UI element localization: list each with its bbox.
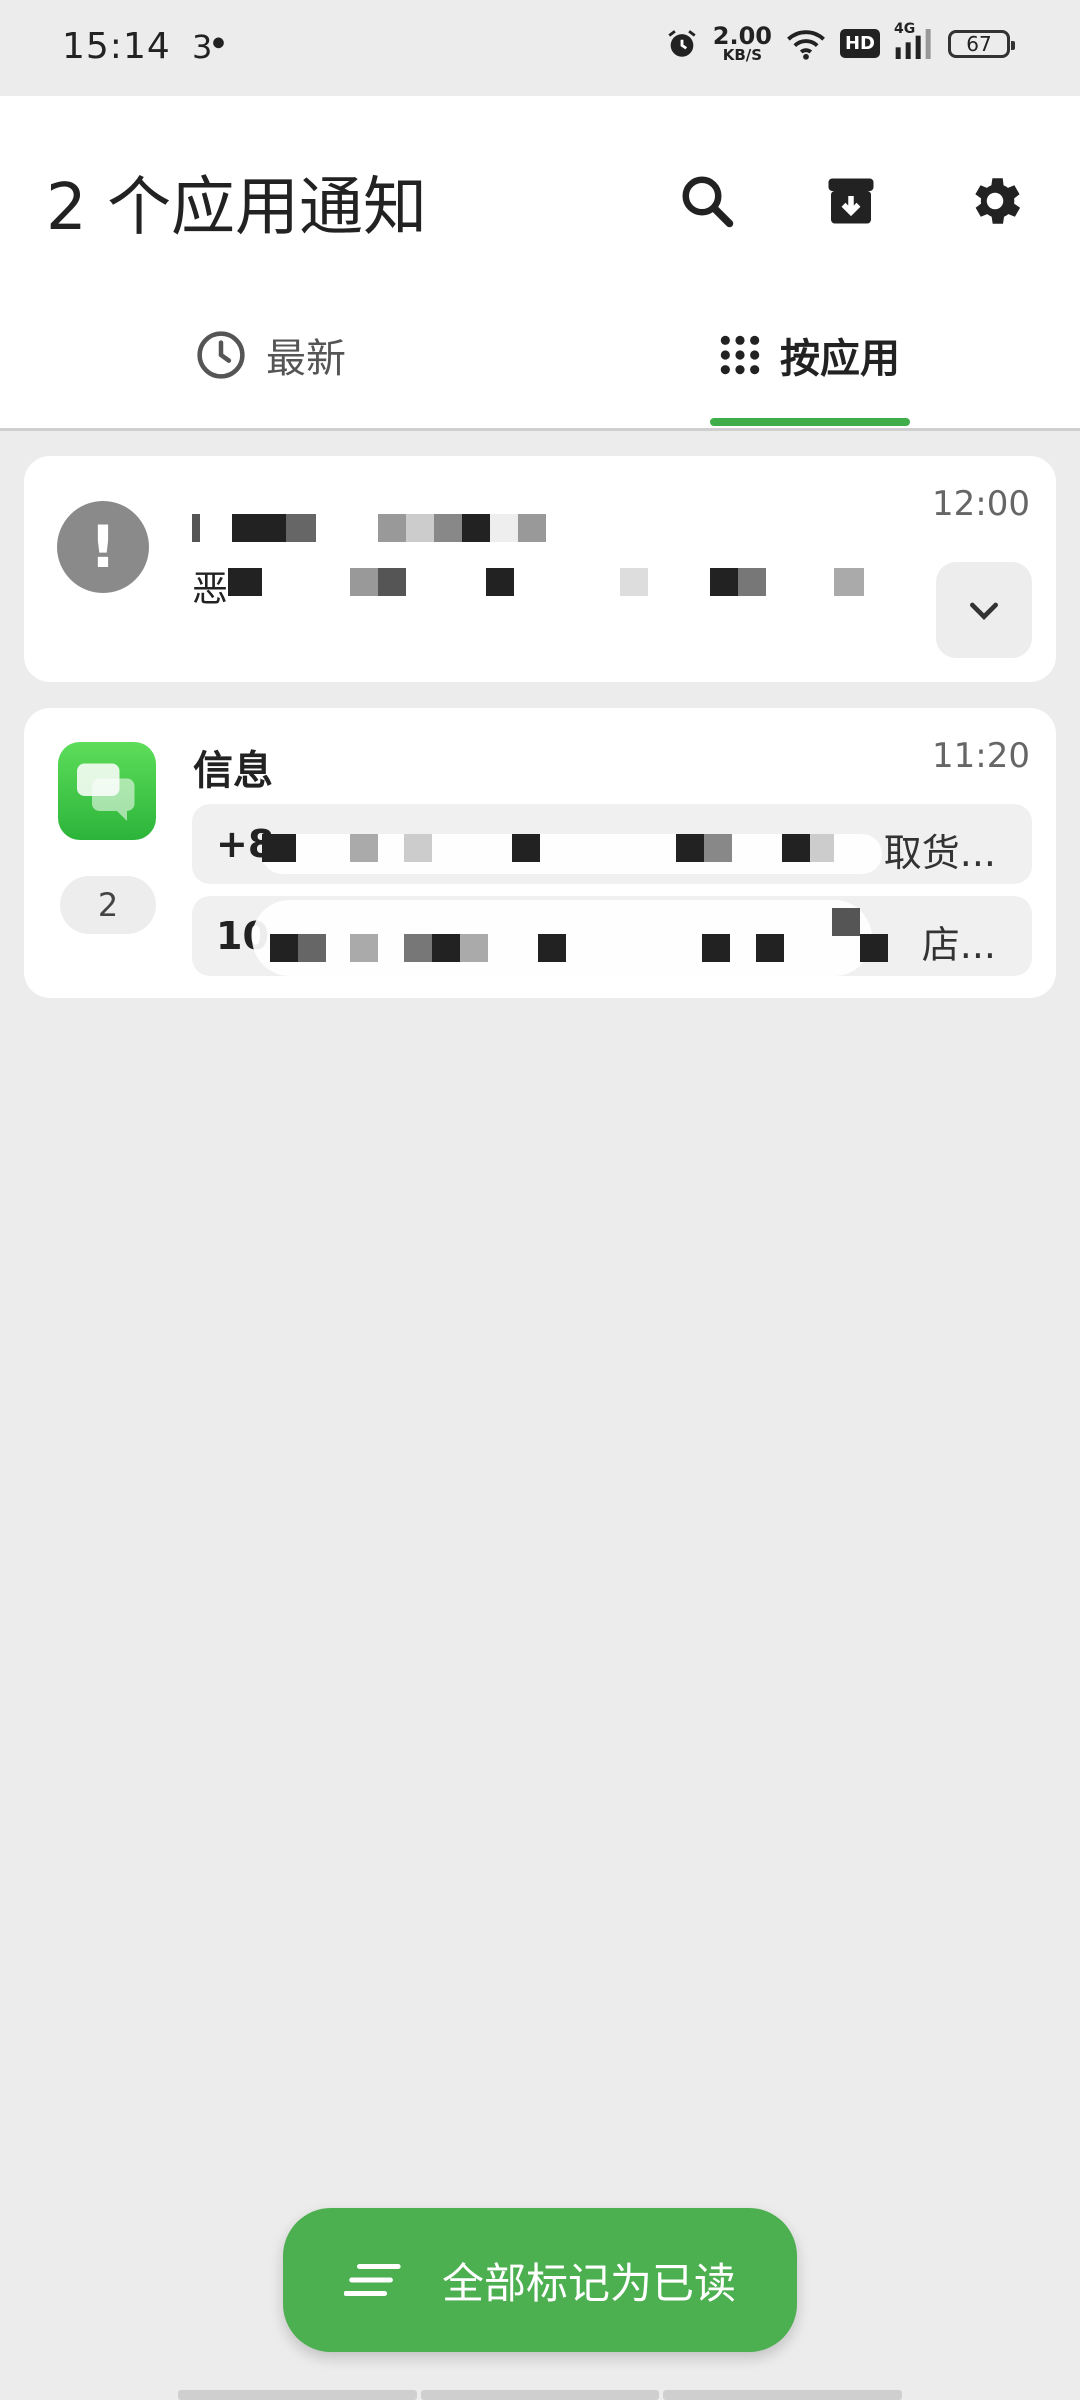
message-preview: 取货... (883, 831, 996, 875)
status-extra: 3● (192, 28, 225, 66)
notification-title-redacted (192, 514, 612, 542)
notification-body-redacted: 恶 (192, 560, 912, 610)
notification-card-messages[interactable]: 2 信息 11:20 +8 取货... 10 店... (24, 708, 1056, 998)
alert-icon: ! (57, 501, 149, 593)
network-speed: 2.00 KB/S (712, 22, 772, 64)
tab-latest[interactable]: 最新 (194, 284, 346, 426)
tab-by-app-label: 按应用 (780, 336, 900, 382)
mark-all-read-button[interactable]: 全部标记为已读 (283, 2208, 797, 2352)
notification-time: 12:00 (932, 484, 1030, 524)
clock-icon (197, 331, 245, 379)
hd-icon: HD (839, 29, 880, 58)
archive-button[interactable] (806, 156, 896, 246)
chevron-down-icon (970, 602, 998, 620)
battery-icon: 67 (948, 29, 1015, 58)
message-item[interactable]: +8 取货... (192, 804, 1032, 884)
mark-all-read-label: 全部标记为已读 (441, 2258, 736, 2308)
cell-signal-icon: 4G (894, 21, 934, 61)
search-icon (682, 176, 734, 228)
page-title: 2 个应用通知 (46, 171, 428, 245)
grid-icon (720, 335, 760, 375)
navigation-bar[interactable] (178, 2390, 903, 2400)
list-lines-icon (343, 2263, 401, 2297)
message-preview: 店... (921, 923, 996, 967)
tab-latest-label: 最新 (266, 336, 346, 382)
notification-count-badge: 2 (60, 876, 156, 934)
header-divider (0, 428, 1080, 431)
app-header: 2 个应用通知 最新 按应用 (0, 96, 1080, 430)
messages-app-icon (58, 742, 156, 840)
status-icons: 2.00 KB/S HD 4G 67 (665, 21, 1015, 64)
tab-by-app[interactable]: 按应用 (718, 284, 900, 426)
app-name: 信息 (193, 748, 273, 794)
notification-card[interactable]: ! 12:00 恶 (24, 456, 1056, 682)
tab-bar: 最新 按应用 (0, 284, 1080, 426)
archive-icon (828, 178, 874, 224)
alarm-icon (665, 27, 699, 61)
gear-icon (975, 178, 1021, 224)
notification-time: 11:20 (932, 736, 1030, 776)
expand-button[interactable] (936, 562, 1032, 658)
status-bar: 15:14 3● 2.00 KB/S HD 4G 67 (0, 0, 1080, 96)
message-item[interactable]: 10 店... (192, 896, 1032, 976)
settings-button[interactable] (950, 156, 1040, 246)
status-time: 15:14 (62, 26, 171, 67)
tab-indicator (710, 418, 910, 426)
wifi-icon (786, 28, 826, 60)
search-button[interactable] (662, 156, 752, 246)
